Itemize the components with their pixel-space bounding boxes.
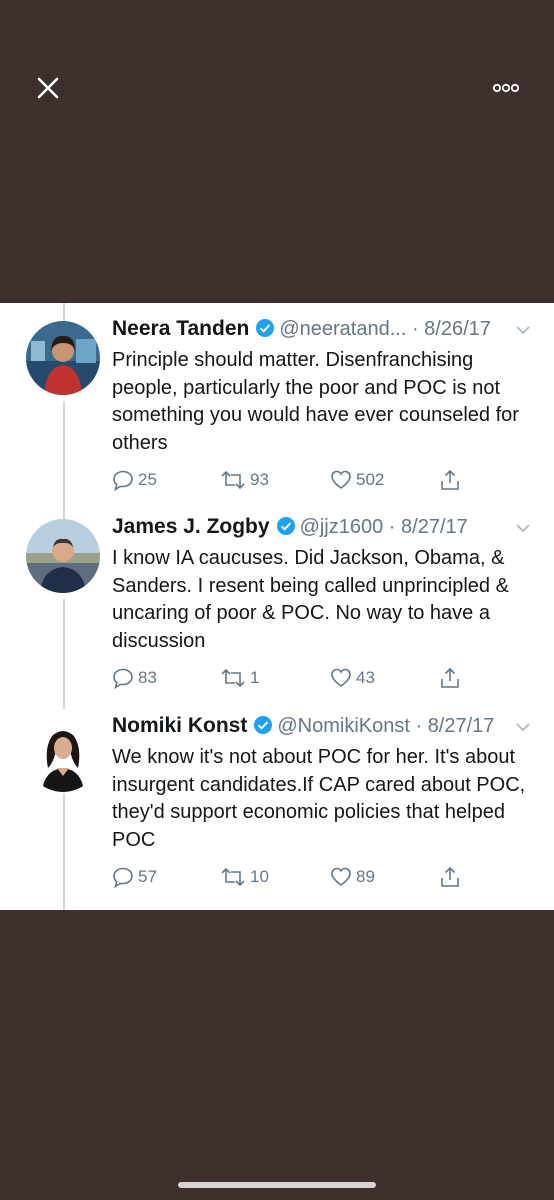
more-options-button[interactable] [488, 74, 524, 102]
verified-icon [253, 715, 273, 741]
tweet-thread-screenshot: Neera Tanden @neeratand... · 8/26/17 Prin… [0, 303, 554, 910]
tweet-header: James J. Zogby @jjz1600 · 8/27/17 [112, 515, 532, 545]
chevron-down-icon[interactable] [514, 718, 532, 742]
retweet-count: 93 [250, 470, 269, 489]
reply-count: 25 [138, 470, 157, 489]
retweet-icon [221, 470, 245, 490]
tweet[interactable]: Nomiki Konst @NomikiKonst · 8/27/17 We kn… [0, 714, 554, 909]
share-icon [441, 667, 459, 688]
tweet-text: Principle should matter. Disenfranchisin… [112, 349, 519, 454]
verified-icon [255, 318, 275, 344]
avatar[interactable] [26, 321, 100, 395]
tweet-header: Neera Tanden @neeratand... · 8/26/17 [112, 317, 532, 347]
viewer-top-bar [0, 0, 554, 303]
share-icon [441, 469, 459, 490]
share-button[interactable] [439, 864, 465, 890]
reply-button[interactable]: 83 [112, 665, 157, 691]
reply-icon [113, 668, 133, 689]
retweet-count: 10 [250, 867, 269, 886]
user-handle[interactable]: @jjz1600 [300, 516, 384, 538]
like-button[interactable]: 89 [330, 864, 375, 890]
tweet-text: I know IA caucuses. Did Jackson, Obama, … [112, 547, 509, 652]
reply-button[interactable]: 25 [112, 467, 157, 493]
display-name[interactable]: Neera Tanden [112, 317, 249, 340]
tweet-actions: 25 93 502 [112, 467, 472, 493]
reply-icon [113, 867, 133, 888]
share-icon [441, 866, 459, 887]
like-count: 43 [356, 668, 375, 687]
user-handle[interactable]: @NomikiKonst [277, 715, 410, 737]
tweet[interactable]: Neera Tanden @neeratand... · 8/26/17 Prin… [0, 317, 554, 512]
more-icon [492, 83, 520, 93]
verified-icon [276, 516, 296, 542]
reply-count: 83 [138, 668, 157, 687]
retweet-button[interactable]: 10 [220, 864, 269, 890]
like-button[interactable]: 502 [330, 467, 384, 493]
avatar[interactable] [26, 718, 100, 792]
like-icon [331, 470, 351, 489]
retweet-button[interactable]: 93 [220, 467, 269, 493]
tweet-header: Nomiki Konst @NomikiKonst · 8/27/17 [112, 714, 532, 744]
tweet-date[interactable]: 8/26/17 [424, 318, 491, 340]
reply-count: 57 [138, 867, 157, 886]
tweet-text: We know it's not about POC for her. It's… [112, 746, 526, 851]
retweet-button[interactable]: 1 [220, 665, 259, 691]
like-count: 502 [356, 470, 385, 489]
share-button[interactable] [439, 665, 465, 691]
chevron-down-icon[interactable] [514, 519, 532, 543]
like-button[interactable]: 43 [330, 665, 375, 691]
retweet-count: 1 [250, 668, 260, 687]
tweet[interactable]: James J. Zogby @jjz1600 · 8/27/17 I know … [0, 515, 554, 710]
retweet-icon [221, 867, 245, 887]
tweet-date[interactable]: 8/27/17 [401, 516, 468, 538]
retweet-icon [221, 668, 245, 688]
close-icon [37, 77, 59, 99]
avatar[interactable] [26, 519, 100, 593]
reply-icon [113, 470, 133, 491]
tweet-actions: 57 10 89 [112, 864, 472, 890]
home-indicator[interactable] [178, 1182, 376, 1188]
like-count: 89 [356, 867, 375, 886]
tweet-actions: 83 1 43 [112, 665, 472, 691]
like-icon [331, 867, 351, 886]
close-button[interactable] [34, 74, 62, 102]
display-name[interactable]: Nomiki Konst [112, 714, 247, 737]
share-button[interactable] [439, 467, 465, 493]
user-handle[interactable]: @neeratand... [279, 318, 406, 340]
reply-button[interactable]: 57 [112, 864, 157, 890]
display-name[interactable]: James J. Zogby [112, 515, 270, 538]
chevron-down-icon[interactable] [514, 321, 532, 345]
tweet-date[interactable]: 8/27/17 [428, 715, 495, 737]
like-icon [331, 668, 351, 687]
